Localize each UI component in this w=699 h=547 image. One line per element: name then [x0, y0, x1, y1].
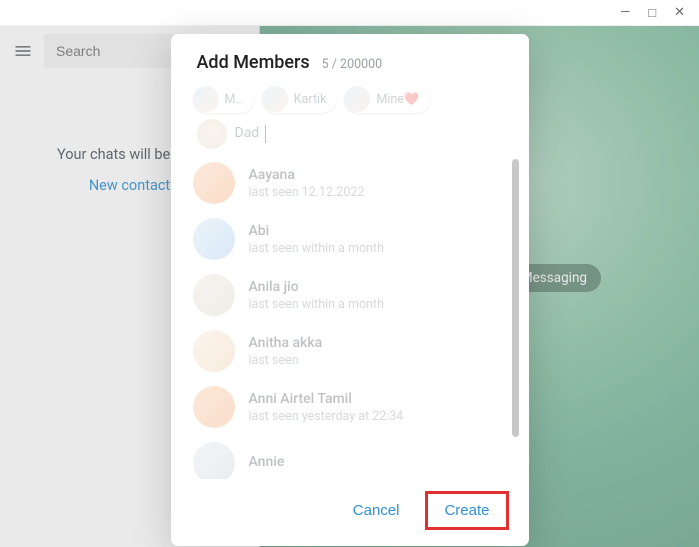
- contact-avatar: [193, 274, 235, 316]
- contact-name: Anni Airtel Tamil: [249, 391, 404, 407]
- chip-avatar: [344, 86, 370, 112]
- member-count: 5 / 200000: [322, 57, 383, 72]
- modal-overlay: Add Members 5 / 200000 M… Kartik Mine❤️ Da…: [0, 26, 699, 547]
- contact-avatar: [193, 386, 235, 428]
- contact-status: last seen within a month: [249, 241, 385, 256]
- contact-row[interactable]: Aayana last seen 12.12.2022: [193, 155, 511, 211]
- contact-avatar: [193, 442, 235, 479]
- contacts-list-wrap: Aayana last seen 12.12.2022 Abi last seen w…: [171, 155, 521, 479]
- contact-avatar: [193, 218, 235, 260]
- contact-row[interactable]: Anni Airtel Tamil last seen yesterday at …: [193, 379, 511, 435]
- modal-title: Add Members: [197, 52, 310, 73]
- create-button[interactable]: Create: [438, 498, 495, 523]
- close-icon[interactable]: ✕: [674, 5, 685, 20]
- add-members-modal: Add Members 5 / 200000 M… Kartik Mine❤️ Da…: [171, 34, 529, 546]
- contact-status: last seen 12.12.2022: [249, 185, 365, 200]
- cancel-button[interactable]: Cancel: [339, 491, 414, 530]
- member-input[interactable]: Dad: [235, 125, 267, 143]
- contact-info: Annie: [249, 454, 285, 472]
- contact-status: last seen within a month: [249, 297, 385, 312]
- chip-label: Kartik: [294, 92, 327, 107]
- contact-info: Anni Airtel Tamil last seen yesterday at …: [249, 391, 404, 424]
- contact-name: Anitha akka: [249, 335, 323, 351]
- contact-avatar: [193, 330, 235, 372]
- chip-avatar: [193, 86, 219, 112]
- scrollbar-thumb[interactable]: [512, 159, 519, 437]
- contact-avatar: [193, 162, 235, 204]
- modal-header: Add Members 5 / 200000: [171, 34, 529, 79]
- contact-name: Anila jio: [249, 279, 385, 295]
- selected-chip[interactable]: Mine❤️: [344, 85, 429, 113]
- contact-name: Aayana: [249, 167, 365, 183]
- selected-chip[interactable]: Kartik: [262, 85, 337, 113]
- window-titlebar: — □ ✕: [0, 0, 699, 26]
- selected-chips: M… Kartik Mine❤️: [171, 79, 529, 115]
- contact-name: Abi: [249, 223, 385, 239]
- chip-label: Mine❤️: [376, 92, 419, 107]
- scrollbar-track: [512, 159, 519, 475]
- contact-status: last seen yesterday at 22:34: [249, 409, 404, 424]
- contact-row[interactable]: Anitha akka last seen: [193, 323, 511, 379]
- contact-row[interactable]: Annie: [193, 435, 511, 479]
- contact-info: Aayana last seen 12.12.2022: [249, 167, 365, 200]
- contact-status: last seen: [249, 353, 323, 368]
- modal-footer: Cancel Create: [171, 479, 529, 546]
- contact-name: Annie: [249, 454, 285, 470]
- chip-avatar: [262, 86, 288, 112]
- chip-label: M…: [225, 92, 244, 107]
- input-avatar: [197, 119, 227, 149]
- contact-info: Anila jio last seen within a month: [249, 279, 385, 312]
- member-input-row: Dad: [171, 115, 529, 155]
- contact-info: Abi last seen within a month: [249, 223, 385, 256]
- contact-row[interactable]: Abi last seen within a month: [193, 211, 511, 267]
- selected-chip[interactable]: M…: [193, 85, 254, 113]
- maximize-icon[interactable]: □: [648, 5, 656, 21]
- create-highlight: Create: [425, 491, 508, 530]
- contact-info: Anitha akka last seen: [249, 335, 323, 368]
- contact-row[interactable]: Anila jio last seen within a month: [193, 267, 511, 323]
- contacts-list[interactable]: Aayana last seen 12.12.2022 Abi last seen w…: [171, 155, 521, 479]
- minimize-icon[interactable]: —: [620, 5, 630, 20]
